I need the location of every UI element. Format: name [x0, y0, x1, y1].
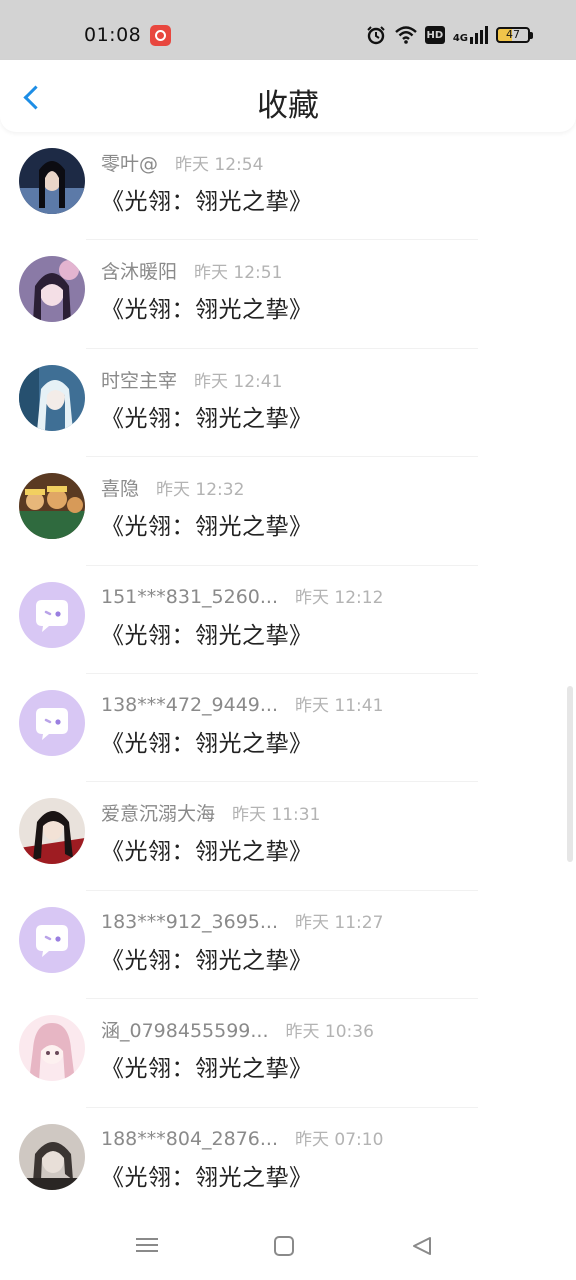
user-name: 138***472_9449...: [101, 693, 279, 716]
back-triangle-icon[interactable]: [410, 1234, 434, 1258]
battery-indicator: 47: [496, 27, 533, 43]
status-time: 01:08: [84, 24, 142, 46]
item-title: 《光翎：翎光之挚》: [101, 622, 313, 649]
default-avatar-icon: [19, 906, 85, 973]
favorites-list: 零叶@ 昨天 12:54 《光翎：翎光之挚》 含沐暖阳 昨天 12:51 《光翎：翎…: [0, 132, 576, 1210]
list-item[interactable]: 爱意沉溺大海 昨天 11:31 《光翎：翎光之挚》: [0, 782, 576, 891]
list-item[interactable]: 含沐暖阳 昨天 12:51 《光翎：翎光之挚》: [0, 240, 576, 349]
timestamp: 昨天 10:36: [285, 1022, 374, 1043]
user-name: 188***804_2876...: [101, 1127, 279, 1150]
item-title: 《光翎：翎光之挚》: [101, 839, 313, 866]
timestamp: 昨天 11:41: [295, 695, 384, 716]
item-title: 《光翎：翎光之挚》: [101, 1056, 313, 1083]
page-title: 收藏: [257, 88, 319, 124]
app-notification-icon: [150, 25, 171, 46]
item-title: 《光翎：翎光之挚》: [101, 1164, 313, 1191]
list-item[interactable]: 零叶@ 昨天 12:54 《光翎：翎光之挚》: [0, 132, 576, 241]
user-name: 时空主宰: [101, 369, 178, 392]
avatar: [19, 256, 85, 323]
timestamp: 昨天 07:10: [295, 1129, 384, 1150]
item-title: 《光翎：翎光之挚》: [101, 730, 313, 757]
list-item[interactable]: 188***804_2876... 昨天 07:10 《光翎：翎光之挚》: [0, 1108, 576, 1210]
user-name: 151***831_5260...: [101, 585, 279, 608]
user-name: 爱意沉溺大海: [101, 803, 216, 826]
timestamp: 昨天 12:12: [295, 587, 384, 608]
timestamp: 昨天 12:51: [194, 263, 283, 284]
network-type: 4G: [452, 33, 468, 44]
timestamp: 昨天 12:32: [156, 480, 245, 501]
signal-icon: 4G: [453, 26, 488, 44]
user-name: 含沐暖阳: [101, 261, 178, 284]
header: 收藏: [0, 60, 576, 132]
user-name: 涵_0798455599...: [101, 1020, 269, 1043]
list-item[interactable]: 138***472_9449... 昨天 11:41 《光翎：翎光之挚》: [0, 674, 576, 783]
list-item[interactable]: 183***912_3695... 昨天 11:27 《光翎：翎光之挚》: [0, 891, 576, 1000]
item-title: 《光翎：翎光之挚》: [101, 947, 313, 974]
avatar: [19, 148, 85, 214]
avatar: [19, 473, 85, 540]
timestamp: 昨天 12:54: [175, 155, 264, 175]
system-nav-bar: [0, 1210, 576, 1280]
list-item[interactable]: 涵_0798455599... 昨天 10:36 《光翎：翎光之挚》: [0, 999, 576, 1108]
timestamp: 昨天 11:27: [295, 912, 384, 933]
avatar: [19, 1123, 85, 1190]
status-bar: 01:08 HD 4G 47: [0, 0, 576, 60]
item-title: 《光翎：翎光之挚》: [101, 405, 313, 432]
scrollbar[interactable]: [567, 686, 573, 862]
alarm-icon: [367, 26, 385, 45]
avatar: [19, 364, 85, 431]
list-item[interactable]: 151***831_5260... 昨天 12:12 《光翎：翎光之挚》: [0, 566, 576, 674]
timestamp: 昨天 11:31: [232, 805, 321, 826]
home-icon[interactable]: [274, 1236, 294, 1256]
list-item[interactable]: 时空主宰 昨天 12:41 《光翎：翎光之挚》: [0, 349, 576, 458]
item-title: 《光翎：翎光之挚》: [101, 189, 313, 215]
timestamp: 昨天 12:41: [194, 371, 283, 392]
user-name: 零叶@: [101, 153, 159, 175]
item-title: 《光翎：翎光之挚》: [101, 297, 313, 324]
list-item[interactable]: 喜隐 昨天 12:32 《光翎：翎光之挚》: [0, 457, 576, 566]
user-name: 183***912_3695...: [101, 910, 279, 933]
item-title: 《光翎：翎光之挚》: [101, 514, 313, 541]
wifi-icon: [395, 26, 417, 44]
menu-icon[interactable]: [136, 1234, 160, 1258]
hd-icon: HD: [424, 26, 445, 44]
avatar: [19, 798, 85, 865]
default-avatar-icon: [19, 581, 85, 648]
default-avatar-icon: [19, 689, 85, 756]
avatar: [19, 1015, 85, 1082]
user-name: 喜隐: [101, 478, 140, 501]
